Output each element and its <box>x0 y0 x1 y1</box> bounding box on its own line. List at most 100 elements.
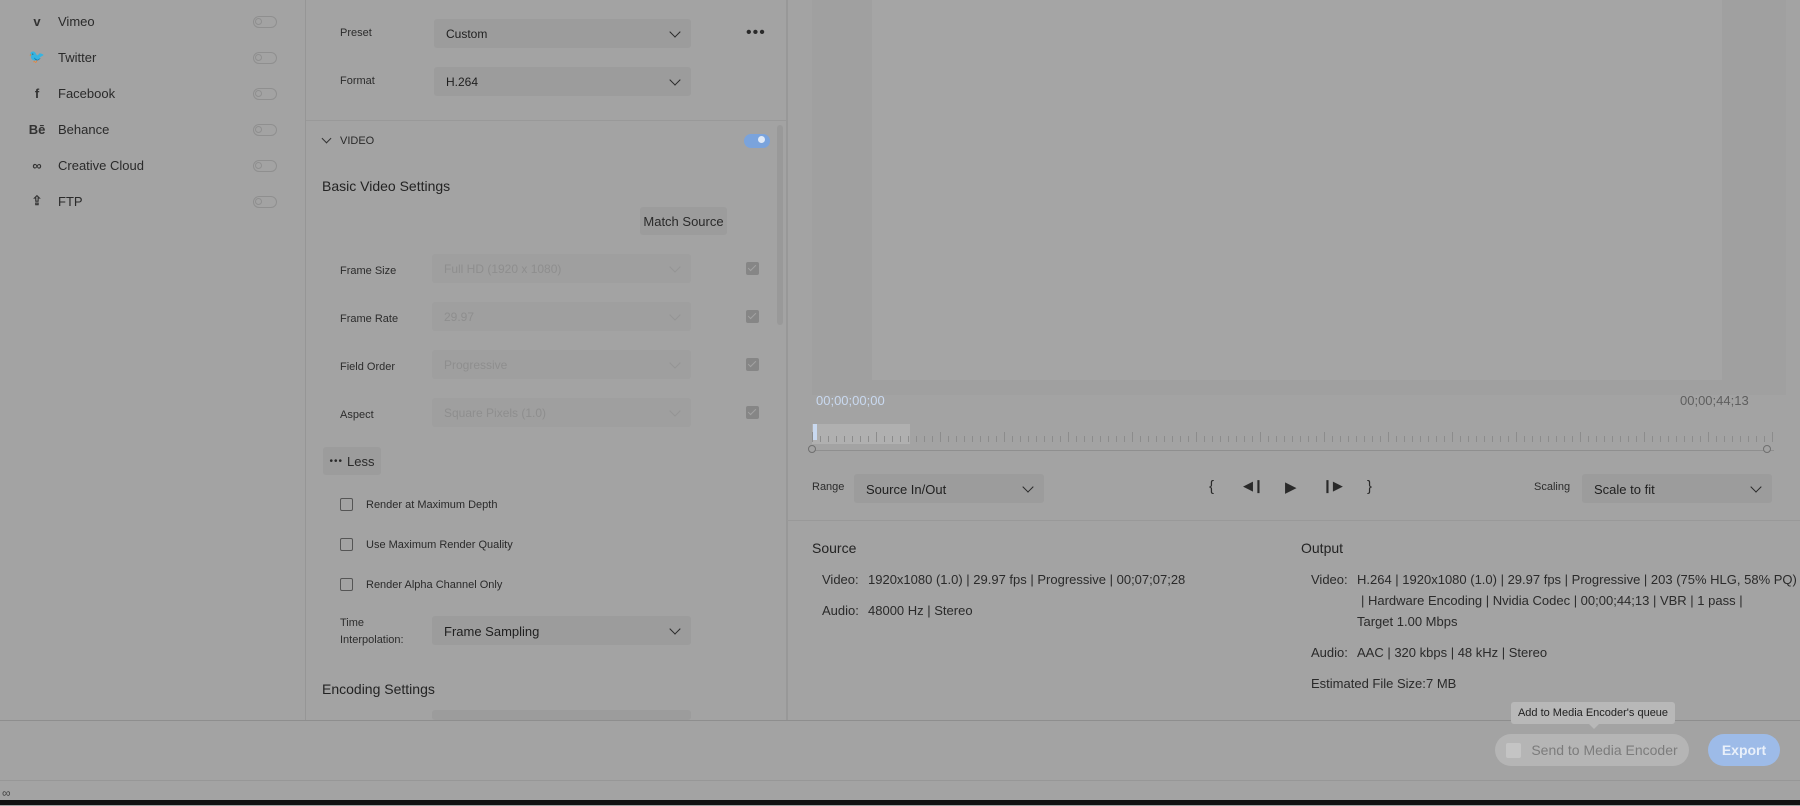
max-render-quality-label: Use Maximum Render Quality <box>366 539 513 551</box>
timeline-tick <box>1060 436 1061 442</box>
timeline-tick <box>1396 436 1397 442</box>
export-button[interactable]: Export <box>1708 734 1780 766</box>
upload-icon: ⇪ <box>31 193 43 208</box>
in-point-handle[interactable] <box>808 445 816 453</box>
destination-item-facebook[interactable]: f Facebook <box>0 74 305 110</box>
destination-item-vimeo[interactable]: v Vimeo <box>0 2 305 38</box>
facebook-icon: f <box>34 85 40 101</box>
timeline-tick <box>1540 436 1541 442</box>
match-source-button[interactable]: Match Source <box>640 207 727 235</box>
destination-toggle[interactable] <box>253 160 277 172</box>
timeline-tick <box>1004 432 1005 442</box>
frame-rate-checkbox[interactable] <box>746 310 759 323</box>
destination-label: Creative Cloud <box>58 158 144 173</box>
timeline-tick <box>1148 436 1149 442</box>
send-to-media-encoder-button[interactable]: Send to Media Encoder <box>1495 734 1689 766</box>
play-icon[interactable]: ▶ <box>1285 478 1297 496</box>
timeline-tick <box>1660 436 1661 442</box>
timeline[interactable] <box>808 424 1774 454</box>
render-max-depth-checkbox[interactable] <box>340 498 353 511</box>
timeline-tick <box>1292 436 1293 442</box>
timeline-tick <box>1636 436 1637 442</box>
timeline-tick <box>1044 436 1045 442</box>
video-toggle[interactable] <box>744 134 770 148</box>
encoding-select[interactable] <box>432 710 691 720</box>
destination-item-ftp[interactable]: ⇪ FTP <box>0 182 305 218</box>
timeline-tick <box>1380 436 1381 442</box>
frame-size-checkbox[interactable] <box>746 262 759 275</box>
timeline-tick <box>1260 432 1261 442</box>
destination-item-behance[interactable]: Bē Behance <box>0 110 305 146</box>
timeline-tick <box>1564 436 1565 442</box>
frame-rate-select[interactable]: 29.97 <box>432 302 691 331</box>
destination-toggle[interactable] <box>253 88 277 100</box>
destination-toggle[interactable] <box>253 16 277 28</box>
range-select[interactable]: Source In/Out <box>854 474 1044 503</box>
format-select[interactable]: H.264 <box>434 67 691 96</box>
out-point-handle[interactable] <box>1763 445 1771 453</box>
step-back-icon[interactable]: ◀❙ <box>1243 478 1264 494</box>
aspect-label: Aspect <box>340 409 374 421</box>
collapse-chevron-icon[interactable] <box>321 133 332 144</box>
destination-toggle[interactable] <box>253 196 277 208</box>
destination-toggle[interactable] <box>253 52 277 64</box>
timeline-tick <box>932 436 933 442</box>
timeline-tick <box>1620 436 1621 442</box>
timeline-tick <box>1508 436 1509 442</box>
chevron-down-icon <box>669 405 681 417</box>
timeline-tick <box>1284 436 1285 442</box>
timeline-tick <box>828 436 829 442</box>
mark-in-icon[interactable]: { <box>1209 478 1214 495</box>
timeline-tick <box>1716 436 1717 442</box>
time-interpolation-label-1: Time <box>340 617 365 629</box>
scrollbar[interactable] <box>777 125 783 325</box>
timeline-tick <box>1628 436 1629 442</box>
video-section-title: VIDEO <box>340 135 375 147</box>
more-options-icon[interactable]: ••• <box>746 24 766 42</box>
timeline-tick <box>1596 436 1597 442</box>
aspect-select[interactable]: Square Pixels (1.0) <box>432 398 691 427</box>
aspect-value: Square Pixels (1.0) <box>444 406 547 420</box>
output-title: Output <box>1301 540 1344 556</box>
mark-out-icon[interactable]: } <box>1367 478 1372 495</box>
timeline-tick <box>1252 436 1253 442</box>
timeline-tick <box>1452 432 1453 442</box>
timeline-tick <box>1468 436 1469 442</box>
timeline-tick <box>972 436 973 442</box>
scaling-select[interactable]: Scale to fit <box>1582 474 1772 503</box>
destination-item-twitter[interactable]: 🐦 Twitter <box>0 38 305 74</box>
source-video-value: 1920x1080 (1.0) | 29.97 fps | Progressiv… <box>868 572 1186 587</box>
timeline-tick <box>1740 436 1741 442</box>
timeline-tick <box>1404 436 1405 442</box>
destination-toggle[interactable] <box>253 124 277 136</box>
time-interpolation-select[interactable]: Frame Sampling <box>432 616 691 645</box>
timeline-tick <box>1276 436 1277 442</box>
timeline-tick <box>1492 436 1493 442</box>
creative-cloud-status-icon[interactable]: ∞ <box>2 786 11 800</box>
timeline-tick <box>964 436 965 442</box>
max-render-quality-checkbox[interactable] <box>340 538 353 551</box>
timeline-tick <box>1700 436 1701 442</box>
render-alpha-checkbox[interactable] <box>340 578 353 591</box>
preset-select[interactable]: Custom <box>434 19 691 48</box>
timeline-tick <box>1348 436 1349 442</box>
timeline-tick <box>1708 432 1709 442</box>
frame-size-select[interactable]: Full HD (1920 x 1080) <box>432 254 691 283</box>
destination-item-creative-cloud[interactable]: ∞ Creative Cloud <box>0 146 305 182</box>
less-button[interactable]: ••• Less <box>323 447 381 475</box>
timeline-tick <box>1644 432 1645 442</box>
field-order-checkbox[interactable] <box>746 358 759 371</box>
aspect-checkbox[interactable] <box>746 406 759 419</box>
timeline-tick <box>1300 436 1301 442</box>
timeline-tick <box>900 436 901 442</box>
output-video-line2: | Hardware Encoding | Nvidia Codec | 00;… <box>1361 593 1743 608</box>
timeline-tick <box>876 432 877 442</box>
timeline-tick <box>1732 436 1733 442</box>
timeline-tick <box>1108 436 1109 442</box>
step-forward-icon[interactable]: ❙▶ <box>1322 478 1343 494</box>
timeline-tick <box>1668 436 1669 442</box>
timeline-tick <box>1612 436 1613 442</box>
field-order-select[interactable]: Progressive <box>432 350 691 379</box>
timeline-tick <box>1756 436 1757 442</box>
timeline-tick <box>1052 436 1053 442</box>
